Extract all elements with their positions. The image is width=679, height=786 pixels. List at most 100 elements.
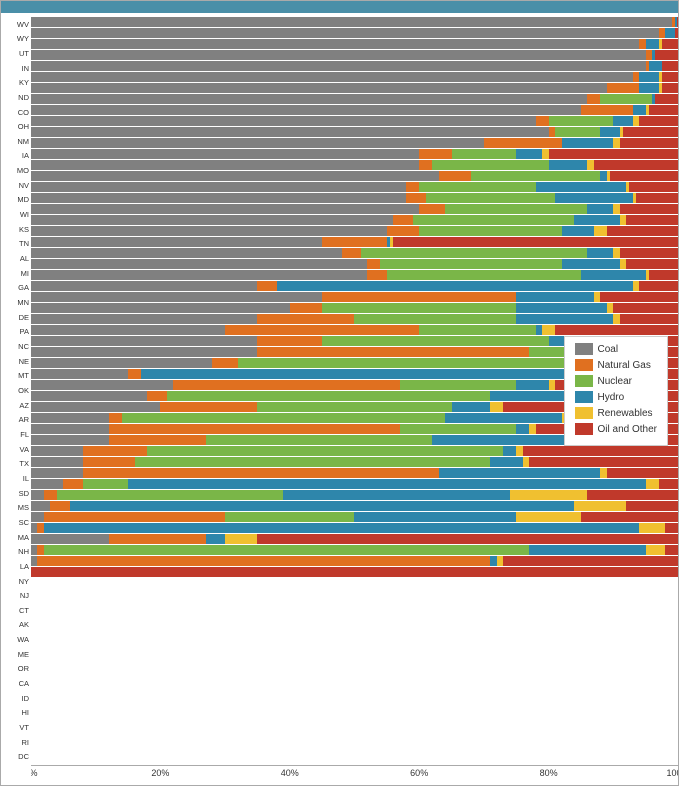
bar-segment — [257, 347, 529, 357]
bar-segment — [490, 457, 522, 467]
bar-segment — [44, 490, 57, 500]
y-label: AR — [7, 415, 29, 425]
bar-segment — [31, 259, 367, 269]
bar-segment — [31, 303, 290, 313]
y-label: SD — [7, 488, 29, 498]
bar-segment — [31, 424, 109, 434]
bar-segment — [31, 347, 257, 357]
bar-segment — [109, 534, 206, 544]
bar-segment — [257, 281, 276, 291]
bar-segment — [31, 72, 633, 82]
y-label: NH — [7, 547, 29, 557]
bar-segment — [31, 215, 393, 225]
legend-item: Hydro — [575, 391, 657, 403]
bar-segment — [361, 248, 587, 258]
bar-segment — [600, 94, 652, 104]
bar-segment — [536, 182, 627, 192]
bar-segment — [549, 116, 614, 126]
y-label: AL — [7, 254, 29, 264]
y-label: AZ — [7, 400, 29, 410]
y-label: NY — [7, 576, 29, 586]
bar-segment — [607, 468, 678, 478]
bar-segment — [555, 193, 633, 203]
y-label: KY — [7, 78, 29, 88]
chart-title-block — [11, 7, 668, 9]
bar-segment — [662, 39, 678, 49]
bar-segment — [122, 413, 446, 423]
bar-row — [31, 182, 678, 192]
bar-segment — [662, 61, 678, 71]
bar-row — [31, 479, 678, 489]
bar-row — [31, 270, 678, 280]
y-label: WI — [7, 210, 29, 220]
bar-segment — [613, 303, 678, 313]
legend-color-box — [575, 407, 593, 419]
bar-segment — [636, 193, 678, 203]
y-label: MN — [7, 298, 29, 308]
bar-segment — [610, 171, 678, 181]
bar-row — [31, 490, 678, 500]
bar-row — [31, 446, 678, 456]
legend: CoalNatural GasNuclearHydroRenewablesOil… — [564, 336, 668, 446]
chart-right: CoalNatural GasNuclearHydroRenewablesOil… — [31, 17, 678, 783]
bar-segment — [400, 424, 516, 434]
y-label: AK — [7, 620, 29, 630]
bar-segment — [639, 281, 678, 291]
bar-segment — [675, 28, 678, 38]
bar-segment — [31, 314, 257, 324]
y-label: TN — [7, 239, 29, 249]
bar-segment — [31, 226, 387, 236]
bar-segment — [419, 204, 445, 214]
bar-row — [31, 160, 678, 170]
bar-segment — [354, 512, 516, 522]
bar-segment — [31, 149, 419, 159]
bar-segment — [31, 237, 322, 247]
bar-segment — [31, 28, 659, 38]
bar-row — [31, 105, 678, 115]
bar-segment — [70, 501, 575, 511]
chart-container: WVWYUTINKYNDCOOHNMIAMONVMDWIKSTNALMIGAMN… — [0, 0, 679, 786]
bar-segment — [406, 182, 419, 192]
bar-segment — [31, 204, 419, 214]
bar-segment — [607, 226, 678, 236]
y-label: ME — [7, 650, 29, 660]
bar-segment — [426, 193, 555, 203]
bar-row — [31, 193, 678, 203]
y-label: ID — [7, 694, 29, 704]
bar-segment — [646, 545, 665, 555]
bar-segment — [594, 226, 607, 236]
bar-segment — [393, 237, 678, 247]
bar-segment — [639, 83, 658, 93]
bar-segment — [523, 446, 678, 456]
bar-segment — [31, 468, 83, 478]
bar-segment — [419, 182, 535, 192]
bar-segment — [31, 17, 672, 27]
bar-segment — [83, 446, 148, 456]
bar-segment — [109, 435, 206, 445]
x-tick-label: 0% — [31, 768, 38, 778]
bar-segment — [629, 182, 678, 192]
y-label: MA — [7, 532, 29, 542]
bar-segment — [471, 171, 600, 181]
bar-segment — [277, 281, 633, 291]
bar-segment — [387, 270, 581, 280]
legend-color-box — [575, 375, 593, 387]
legend-label: Renewables — [598, 408, 653, 419]
bar-segment — [626, 259, 678, 269]
bar-segment — [655, 50, 678, 60]
bar-segment — [393, 215, 412, 225]
bar-segment — [31, 446, 83, 456]
bar-segment — [31, 567, 678, 577]
bar-segment — [44, 545, 529, 555]
y-label: PA — [7, 327, 29, 337]
bar-segment — [322, 303, 516, 313]
bar-segment — [50, 501, 69, 511]
bar-segment — [31, 479, 63, 489]
bar-segment — [439, 171, 471, 181]
y-label: VA — [7, 444, 29, 454]
bar-segment — [587, 204, 613, 214]
bar-segment — [503, 446, 516, 456]
legend-label: Natural Gas — [598, 360, 651, 371]
y-label: OK — [7, 386, 29, 396]
y-label: MI — [7, 268, 29, 278]
